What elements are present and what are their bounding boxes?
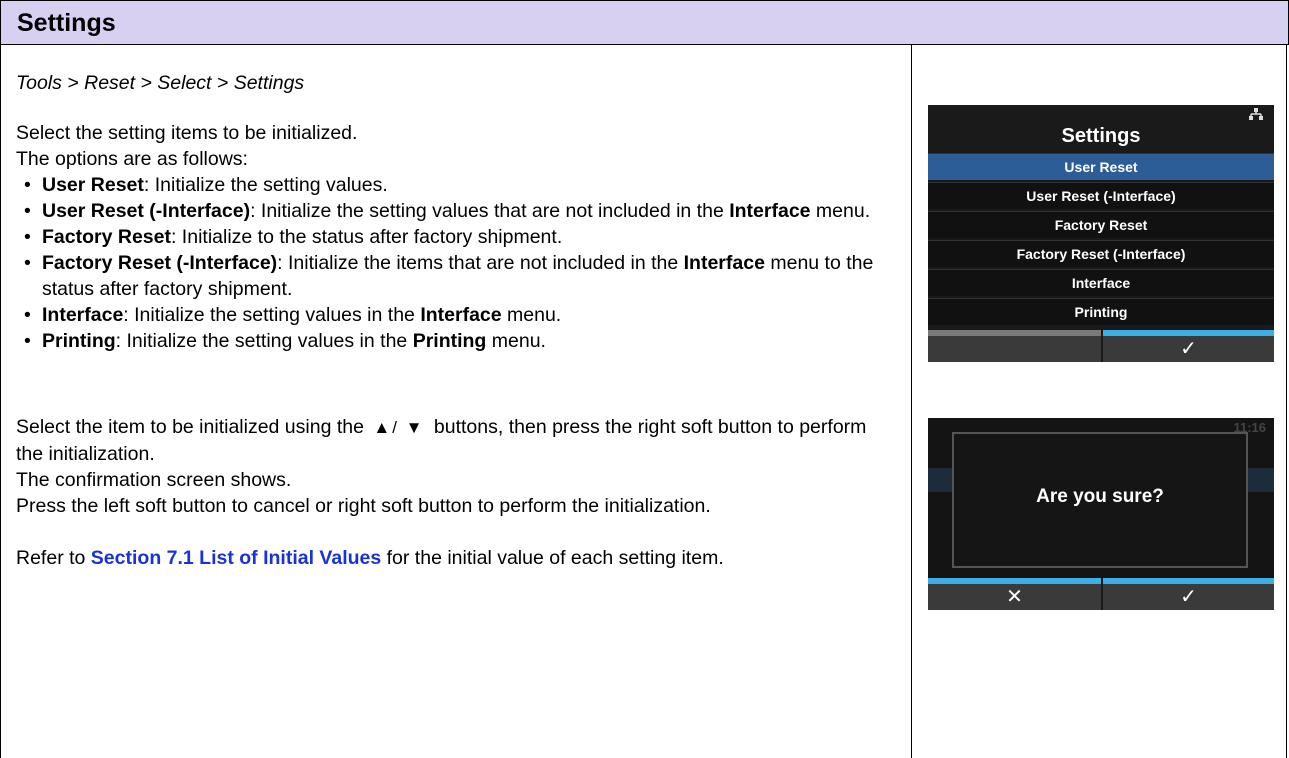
menu-item-factory-reset[interactable]: Factory Reset	[928, 211, 1274, 238]
confirm-dialog: Are you sure?	[952, 432, 1248, 568]
dialog-message: Are you sure?	[1036, 486, 1164, 507]
settings-screen: Settings User Reset User Reset (-Interfa…	[928, 105, 1274, 362]
menu-item-interface[interactable]: Interface	[928, 269, 1274, 296]
confirm-check-icon[interactable]: ✓	[1103, 586, 1274, 608]
cancel-x-icon[interactable]: ✕	[928, 586, 1101, 608]
up-down-arrows-icon: ▲/ ▼	[373, 418, 425, 437]
menu-item-user-reset[interactable]: User Reset	[928, 153, 1274, 180]
column-divider	[911, 45, 912, 758]
description-column: Tools > Reset > Select > Settings Select…	[16, 70, 896, 571]
menu-item-user-reset-interface[interactable]: User Reset (-Interface)	[928, 182, 1274, 209]
breadcrumb: Tools > Reset > Select > Settings	[16, 72, 305, 94]
menu-item-factory-reset-interface[interactable]: Factory Reset (-Interface)	[928, 240, 1274, 267]
menu-item-printing[interactable]: Printing	[928, 298, 1274, 325]
list-item: User Reset: Initialize the setting value…	[16, 172, 896, 198]
section-header: Settings	[0, 0, 1289, 45]
reference-text: Refer to Section 7.1 List of Initial Val…	[16, 547, 724, 569]
screen-title: Settings	[1061, 125, 1141, 147]
confirmation-screen: 11:16 Are you sure? ✕ ✓	[928, 418, 1274, 610]
list-item: Factory Reset: Initialize to the status …	[16, 224, 896, 250]
soft-button-bar: ✓	[928, 330, 1274, 362]
list-item: Printing: Initialize the setting values …	[16, 328, 896, 354]
options-list: User Reset: Initialize the setting value…	[16, 172, 896, 354]
confirm-check-icon[interactable]: ✓	[1103, 338, 1274, 360]
intro-line-2: The options are as follows:	[16, 148, 248, 170]
confirm-text: The confirmation screen shows.	[16, 469, 292, 491]
page-title: Settings	[17, 9, 116, 37]
network-icon	[1248, 107, 1264, 123]
soft-button-bar: ✕ ✓	[928, 578, 1274, 610]
settings-menu: User Reset User Reset (-Interface) Facto…	[928, 153, 1274, 327]
list-item: Factory Reset (-Interface): Initialize t…	[16, 250, 896, 302]
intro-line-1: Select the setting items to be initializ…	[16, 122, 358, 144]
list-item: User Reset (-Interface): Initialize the …	[16, 198, 896, 224]
press-instruction: Press the left soft button to cancel or …	[16, 495, 711, 517]
section-link[interactable]: Section 7.1 List of Initial Values	[91, 547, 381, 569]
list-item: Interface: Initialize the setting values…	[16, 302, 896, 328]
select-instruction: Select the item to be initialized using …	[16, 416, 867, 465]
